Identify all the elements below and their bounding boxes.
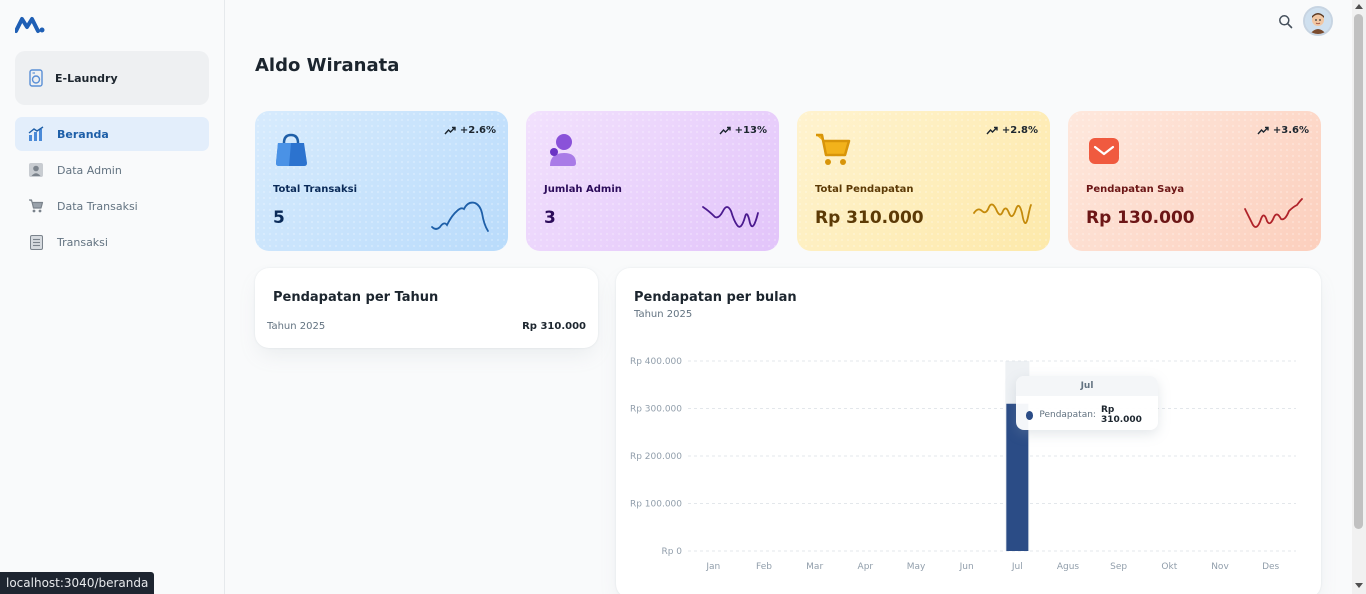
- x-tick-label: Jan: [705, 562, 720, 572]
- sparkline: [1244, 198, 1303, 228]
- x-tick-label: Feb: [756, 562, 772, 572]
- panel-title: Pendapatan per Tahun: [273, 290, 439, 305]
- monthly-bar-chart: Rp 0 Rp 100.000 Rp 200.000 Rp 300.000 Rp 400…: [630, 357, 1296, 572]
- cart-icon: [28, 198, 44, 214]
- chart-tooltip: Jul Pendapatan: Rp 310.000: [1016, 376, 1158, 430]
- y-tick-label: Rp 300.000: [630, 405, 682, 415]
- sidebar-item-transaksi[interactable]: Transaksi: [15, 225, 209, 259]
- sidebar-item-beranda[interactable]: Beranda: [15, 117, 209, 151]
- trend-badge: +3.6%: [1257, 125, 1309, 136]
- trend-badge: +2.6%: [444, 125, 496, 136]
- sidebar-item-data-transaksi[interactable]: Data Transaksi: [15, 189, 209, 223]
- tooltip-header: Jul: [1016, 376, 1158, 396]
- avatar[interactable]: [1303, 6, 1333, 36]
- tooltip-value: Rp 310.000: [1100, 405, 1142, 425]
- workspace-switcher[interactable]: E-Laundry: [15, 51, 209, 105]
- scroll-up-icon[interactable]: [1355, 4, 1363, 9]
- sidebar-item-label: Transaksi: [57, 235, 108, 249]
- logo-icon[interactable]: [15, 14, 45, 34]
- stat-card-jumlah-admin: +13% Jumlah Admin 3: [526, 111, 779, 251]
- x-tick-label: Sep: [1110, 562, 1127, 572]
- scroll-down-icon[interactable]: [1355, 583, 1363, 588]
- page-title: Aldo Wiranata: [255, 55, 400, 76]
- yearly-revenue-panel: Pendapatan per Tahun Tahun 2025 Rp 310.0…: [255, 268, 598, 348]
- avatar-image: [1305, 8, 1331, 34]
- y-tick-label: Rp 200.000: [630, 452, 682, 462]
- chart-icon: [28, 126, 44, 142]
- sparkline: [973, 203, 1032, 224]
- stat-value: Rp 130.000: [1086, 208, 1195, 228]
- x-tick-label: Agus: [1057, 562, 1080, 572]
- x-tick-label: Jul: [1011, 562, 1023, 572]
- stat-card-pendapatan-saya: +3.6% Pendapatan Saya Rp 130.000: [1068, 111, 1321, 251]
- stat-title: Pendapatan Saya: [1086, 184, 1185, 195]
- trend-value: +2.8%: [1001, 125, 1038, 136]
- y-tick-label: Rp 0: [661, 547, 682, 557]
- stat-card-total-pendapatan: +2.8% Total Pendapatan Rp 310.000: [797, 111, 1050, 251]
- x-tick-label: Apr: [858, 562, 874, 572]
- stat-title: Jumlah Admin: [544, 184, 622, 195]
- sparkline: [431, 201, 489, 232]
- sidebar-item-label: Data Transaksi: [57, 199, 138, 213]
- mail-icon: [1089, 138, 1119, 164]
- sidebar-item-data-admin[interactable]: Data Admin: [15, 153, 209, 187]
- x-tick-label: Nov: [1211, 562, 1229, 572]
- document-icon: [28, 234, 44, 250]
- sidebar-item-label: Data Admin: [57, 163, 122, 177]
- trend-up-icon: [444, 126, 456, 135]
- scrollbar-thumb[interactable]: [1354, 14, 1363, 529]
- sidebar-nav: Beranda Data Admin Data Transaksi Transa…: [15, 117, 209, 261]
- sidebar: E-Laundry Beranda Data Admin Data Transa…: [0, 0, 225, 594]
- x-tick-label: Mar: [806, 562, 823, 572]
- year-value: Rp 310.000: [522, 321, 586, 332]
- trend-up-icon: [719, 126, 731, 135]
- x-tick-label: Okt: [1161, 562, 1177, 572]
- stat-card-total-transaksi: +2.6% Total Transaksi 5: [255, 111, 508, 251]
- stat-title: Total Transaksi: [273, 184, 358, 195]
- trend-up-icon: [1257, 126, 1269, 135]
- workspace-name: E-Laundry: [55, 71, 118, 85]
- trend-up-icon: [986, 126, 998, 135]
- series-marker: [1026, 410, 1034, 420]
- x-tick-label: May: [907, 562, 926, 572]
- bag-icon: [276, 133, 307, 166]
- year-label: Tahun 2025: [267, 321, 326, 332]
- trend-value: +2.6%: [459, 125, 496, 136]
- y-tick-label: Rp 400.000: [630, 357, 682, 367]
- sparkline: [702, 206, 759, 228]
- x-tick-label: Des: [1262, 562, 1279, 572]
- page-scrollbar[interactable]: [1352, 0, 1366, 594]
- stat-value: 3: [544, 208, 556, 228]
- washing-machine-icon: [29, 69, 43, 87]
- y-tick-label: Rp 100.000: [630, 500, 682, 510]
- status-bar-url: localhost:3040/beranda: [0, 572, 155, 594]
- user-icon: [28, 162, 44, 178]
- trend-badge: +2.8%: [986, 125, 1038, 136]
- stat-value: 5: [273, 208, 285, 228]
- user-icon: [550, 134, 576, 166]
- x-tick-label: Jun: [959, 562, 974, 572]
- trend-value: +3.6%: [1272, 125, 1309, 136]
- monthly-revenue-panel: Pendapatan per bulan Tahun 2025 Rp 0 Rp 1…: [616, 268, 1321, 594]
- sidebar-item-label: Beranda: [57, 127, 109, 141]
- search-icon[interactable]: [1278, 14, 1293, 29]
- tooltip-series: Pendapatan:: [1039, 410, 1096, 420]
- cart-icon: [816, 133, 851, 165]
- stat-value: Rp 310.000: [815, 208, 924, 228]
- trend-value: +13%: [734, 125, 767, 136]
- stat-title: Total Pendapatan: [815, 184, 914, 195]
- trend-badge: +13%: [719, 125, 767, 136]
